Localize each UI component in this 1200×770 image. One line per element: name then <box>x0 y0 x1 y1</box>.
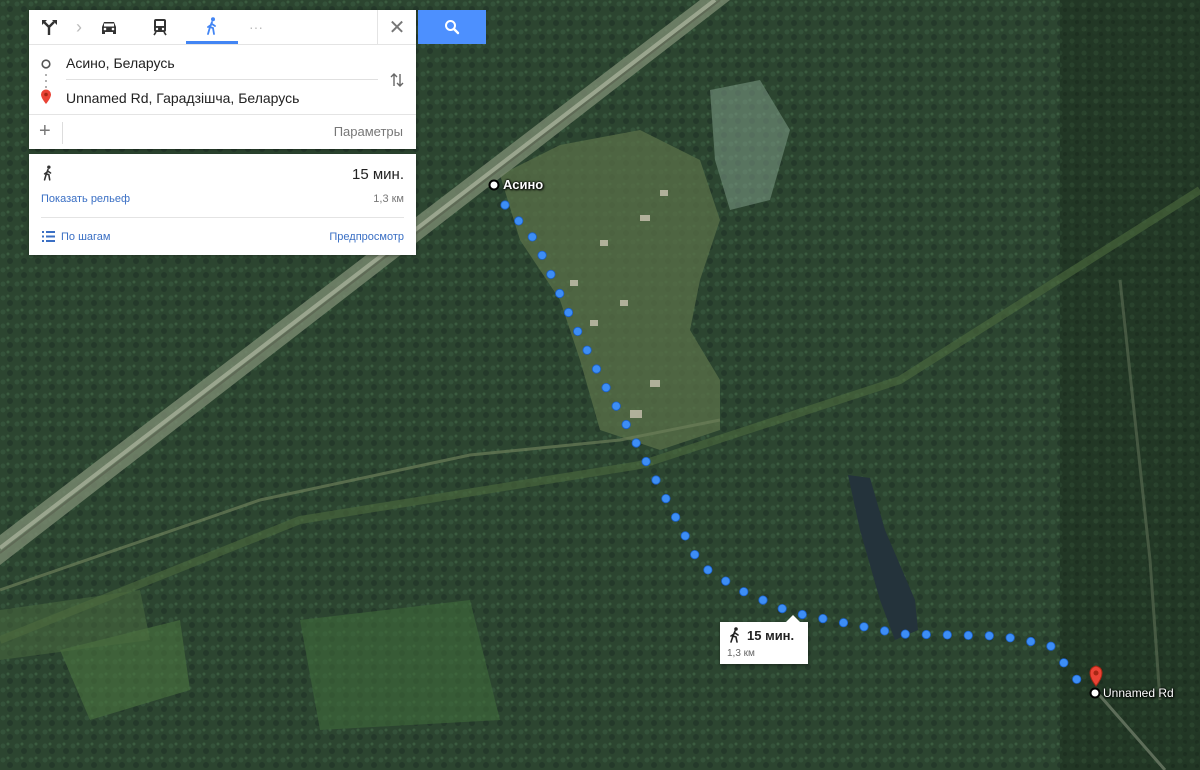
route-dot <box>921 629 931 640</box>
route-dot <box>1072 674 1082 684</box>
destination-pin-icon <box>41 89 51 104</box>
route-dot <box>661 493 671 504</box>
origin-marker[interactable] <box>488 179 500 191</box>
route-dot <box>942 630 952 640</box>
walking-mode[interactable] <box>186 10 238 44</box>
show-terrain-link[interactable]: Показать рельеф <box>41 193 130 205</box>
origin-label: Асино <box>503 177 544 192</box>
callout-time: 15 мин. <box>747 628 795 643</box>
route-dot <box>900 629 910 639</box>
route-dot <box>777 603 787 614</box>
destination-field[interactable]: Unnamed Rd, Гарадзішча, Беларусь <box>66 90 299 106</box>
add-destination-button[interactable]: + <box>39 119 51 143</box>
travel-mode-bar: › ··· ✕ <box>29 10 416 45</box>
route-dot <box>838 618 849 628</box>
route-dot <box>546 269 556 279</box>
route-dot <box>1026 636 1036 647</box>
route-dot <box>984 631 994 641</box>
route-dot <box>591 364 602 374</box>
route-dot <box>670 512 681 522</box>
search-icon <box>445 20 460 35</box>
callout-distance: 1,3 км <box>727 648 755 659</box>
route-dot <box>758 595 768 605</box>
search-button[interactable] <box>418 10 486 44</box>
route-callout[interactable]: 15 мин. 1,3 км <box>720 615 808 664</box>
divider <box>41 217 404 218</box>
callout-tail <box>786 615 800 622</box>
route-dot <box>703 565 713 575</box>
route-dot <box>680 531 690 541</box>
directions-mode[interactable] <box>29 10 71 44</box>
route-dot <box>555 288 565 299</box>
swap-icon[interactable] <box>389 72 405 88</box>
route-dot <box>582 345 592 355</box>
route-dot <box>818 613 828 624</box>
walking-icon <box>43 165 52 181</box>
route-dot <box>690 549 700 560</box>
route-dot <box>1059 658 1069 668</box>
route-dot <box>739 587 749 597</box>
divider <box>62 122 63 144</box>
route-dot <box>963 630 973 641</box>
route-dot <box>641 456 651 467</box>
more-modes[interactable]: ··· <box>241 10 271 44</box>
destination-marker[interactable] <box>1089 687 1101 699</box>
close-button[interactable]: ✕ <box>377 10 416 44</box>
walking-icon <box>730 627 739 643</box>
train-icon <box>153 19 167 36</box>
car-icon <box>102 22 116 34</box>
walking-icon <box>207 16 216 35</box>
list-icon <box>42 231 55 242</box>
route-dot <box>537 250 547 260</box>
route-dot <box>631 438 641 448</box>
directions-icon <box>42 20 57 35</box>
destination-label: Unnamed Rd <box>1103 686 1174 700</box>
route-dot <box>651 475 661 485</box>
route-dot <box>601 382 611 393</box>
route-dot <box>514 216 524 226</box>
route-dot <box>527 232 537 242</box>
route-dot <box>1046 641 1056 651</box>
route-duration: 15 мин. <box>352 166 404 183</box>
route-dot <box>859 622 869 632</box>
origin-circle-icon <box>41 59 51 69</box>
divider <box>29 114 416 115</box>
route-dot <box>621 419 631 430</box>
chevron-right-icon: › <box>76 16 82 37</box>
transit-mode[interactable] <box>139 10 181 44</box>
route-dot <box>573 326 583 336</box>
origin-field-underline <box>66 79 378 80</box>
step-by-step-link[interactable]: По шагам <box>61 231 110 243</box>
route-distance: 1,3 км <box>373 193 404 205</box>
route-dot <box>500 200 510 210</box>
route-summary-card[interactable]: 15 мин. Показать рельеф 1,3 км По шагам … <box>29 154 416 255</box>
driving-mode[interactable] <box>89 10 129 44</box>
preview-link[interactable]: Предпросмотр <box>329 231 404 243</box>
route-dot <box>879 626 890 636</box>
route-dot <box>563 307 574 318</box>
origin-field[interactable]: Асино, Беларусь <box>66 55 175 71</box>
options-button[interactable]: Параметры <box>334 124 403 139</box>
route-dot <box>721 576 731 586</box>
route-dot <box>1005 633 1015 643</box>
directions-panel: › ··· ✕ Асино, Беларусь Unnamed Rd, Гара… <box>29 10 416 149</box>
route-dot <box>611 401 621 411</box>
